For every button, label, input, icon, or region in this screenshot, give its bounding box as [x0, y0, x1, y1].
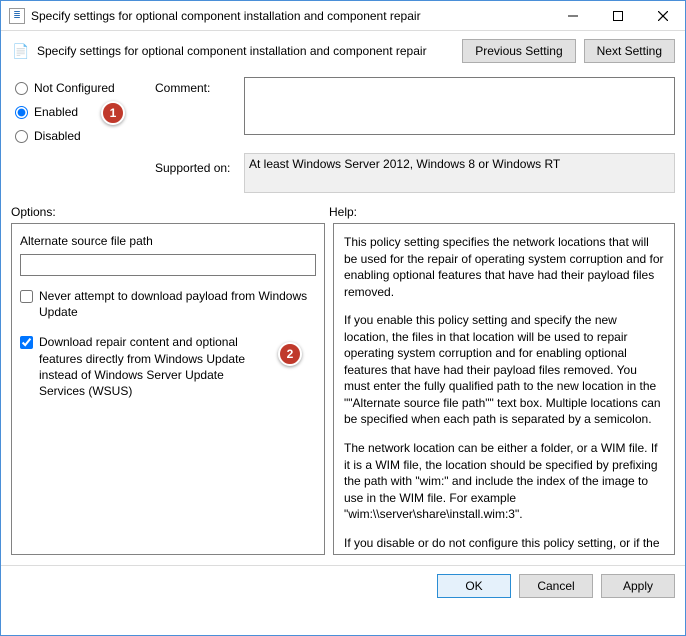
- checkbox-never-download-label: Never attempt to download payload from W…: [39, 288, 316, 320]
- help-header: Help:: [329, 205, 357, 219]
- apply-button[interactable]: Apply: [601, 574, 675, 598]
- radio-enabled-label: Enabled: [34, 105, 78, 119]
- help-paragraph: This policy setting specifies the networ…: [344, 234, 664, 300]
- app-icon: ≣: [9, 8, 25, 24]
- checkbox-download-from-wu-label: Download repair content and optional fea…: [39, 334, 269, 399]
- options-header: Options:: [11, 205, 329, 219]
- dialog-footer: OK Cancel Apply: [1, 565, 685, 606]
- comment-label: Comment:: [155, 77, 240, 95]
- radio-enabled[interactable]: [15, 106, 28, 119]
- cancel-button[interactable]: Cancel: [519, 574, 593, 598]
- window-title: Specify settings for optional component …: [31, 9, 550, 23]
- window-controls: [550, 1, 685, 30]
- checkbox-never-download[interactable]: [20, 290, 33, 303]
- policy-icon: 📄: [11, 41, 31, 61]
- help-paragraph: The network location can be either a fol…: [344, 440, 664, 523]
- radio-disabled[interactable]: [15, 130, 28, 143]
- previous-setting-button[interactable]: Previous Setting: [462, 39, 575, 63]
- help-panel[interactable]: This policy setting specifies the networ…: [333, 223, 675, 555]
- next-setting-button[interactable]: Next Setting: [584, 39, 675, 63]
- alt-path-label: Alternate source file path: [20, 234, 316, 248]
- supported-on-text: At least Windows Server 2012, Windows 8 …: [244, 153, 675, 193]
- alt-path-input[interactable]: [20, 254, 316, 276]
- help-paragraph: If you disable or do not configure this …: [344, 535, 664, 555]
- radio-not-configured-label: Not Configured: [34, 81, 115, 95]
- titlebar: ≣ Specify settings for optional componen…: [1, 1, 685, 31]
- comment-textarea[interactable]: [244, 77, 675, 135]
- radio-disabled-label: Disabled: [34, 129, 81, 143]
- close-button[interactable]: [640, 1, 685, 30]
- ok-button[interactable]: OK: [437, 574, 511, 598]
- supported-on-label: Supported on:: [155, 153, 240, 175]
- help-paragraph: If you enable this policy setting and sp…: [344, 312, 664, 428]
- maximize-button[interactable]: [595, 1, 640, 30]
- checkbox-download-from-wu[interactable]: [20, 336, 33, 349]
- radio-not-configured[interactable]: [15, 82, 28, 95]
- annotation-marker-2: 2: [278, 342, 302, 366]
- policy-subtitle: Specify settings for optional component …: [37, 44, 454, 58]
- minimize-button[interactable]: [550, 1, 595, 30]
- state-radio-group: Not Configured Enabled 1 Disabled: [11, 77, 151, 153]
- toolbar: 📄 Specify settings for optional componen…: [1, 31, 685, 77]
- annotation-marker-1: 1: [101, 101, 125, 125]
- options-panel: Alternate source file path Never attempt…: [11, 223, 325, 555]
